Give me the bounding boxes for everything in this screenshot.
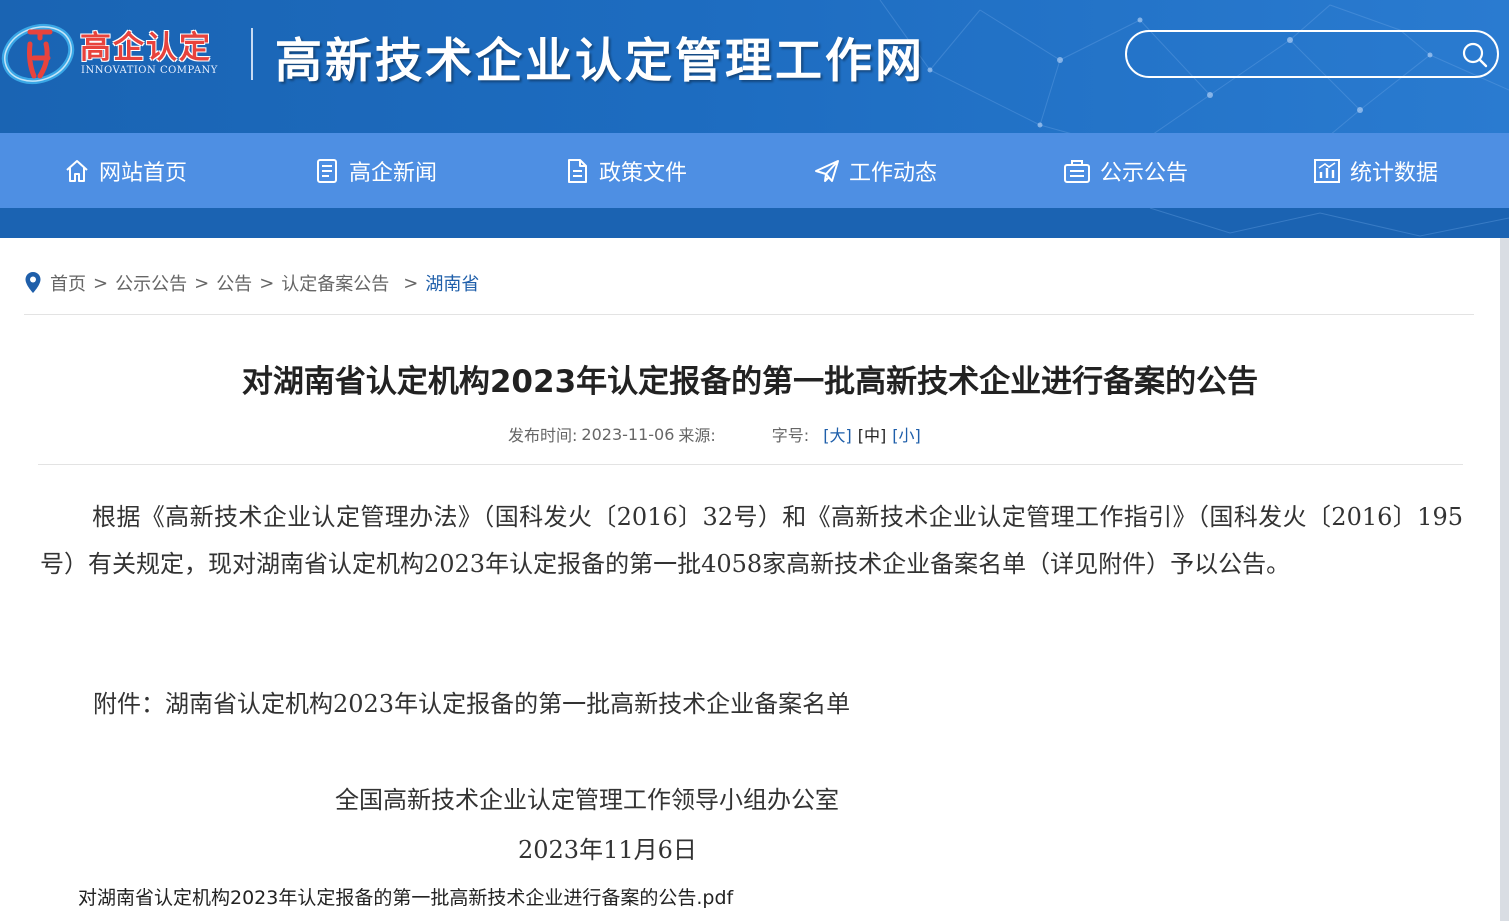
nav-item-policy[interactable]: 政策文件 <box>500 133 750 208</box>
nav-item-home[interactable]: 网站首页 <box>0 133 250 208</box>
attachment-pdf-link[interactable]: 对湖南省认定机构2023年认定报备的第一批高新技术企业进行备案的公告.pdf <box>78 883 733 910</box>
news-icon <box>316 158 337 183</box>
nav-item-label: 高企新闻 <box>348 160 437 186</box>
signature-date: 2023年11月6日 <box>518 836 697 864</box>
document-icon <box>567 158 587 183</box>
nav-band-background <box>0 208 1509 238</box>
breadcrumb: 首页 > 公示公告 > 公告 > 认定备案公告 > 湖南省 <box>24 268 479 298</box>
breadcrumb-hunan[interactable]: 湖南省 <box>425 270 479 296</box>
search-input[interactable] <box>1145 40 1449 70</box>
nav-item-notices[interactable]: 公示公告 <box>1000 133 1250 208</box>
breadcrumb-separator: > <box>93 272 109 294</box>
breadcrumb-announcements[interactable]: 公告 <box>216 270 252 296</box>
nav-item-work-updates[interactable]: 工作动态 <box>750 133 1000 208</box>
publish-date: 2023-11-06 <box>581 424 675 444</box>
site-logo[interactable]: 高企认定 INNOVATION COMPANY <box>0 12 240 92</box>
site-title: 高新技术企业认定管理工作网 <box>275 34 925 89</box>
attachment-note: 附件：湖南省认定机构2023年认定报备的第一批高新技术企业备案名单 <box>93 690 851 718</box>
paper-plane-icon <box>814 159 839 182</box>
font-size-small-button[interactable]: [小] <box>892 422 921 446</box>
breadcrumb-separator: > <box>259 272 275 294</box>
nav-item-label: 政策文件 <box>598 160 687 186</box>
breadcrumb-filing-announcements[interactable]: 认定备案公告 <box>281 270 389 296</box>
logo-english-text: INNOVATION COMPANY <box>81 65 218 76</box>
article-meta: 发布时间: 2023-11-06 来源: 字号: [大] [中] [小] <box>508 422 921 446</box>
font-size-label: 字号: <box>771 426 810 445</box>
header-divider <box>251 28 253 80</box>
breadcrumb-home[interactable]: 首页 <box>50 270 86 296</box>
source-label: 来源: <box>678 426 716 445</box>
breadcrumb-separator: > <box>403 272 419 294</box>
notice-icon <box>1063 159 1090 183</box>
breadcrumb-divider <box>24 314 1474 315</box>
font-size-medium-button[interactable]: [中] <box>858 422 887 446</box>
nav-item-label: 统计数据 <box>1349 160 1438 186</box>
logo-mark-icon <box>1 23 75 85</box>
home-icon <box>66 159 88 182</box>
article-content: 首页 > 公示公告 > 公告 > 认定备案公告 > 湖南省 对湖南省认定机构20… <box>0 238 1500 921</box>
article-body-paragraph: 根据《高新技术企业认定管理办法》（国科发火〔2016〕32号）和《高新技术企业认… <box>40 503 1463 578</box>
publish-time-label: 发布时间: <box>508 426 578 445</box>
logo-chinese-text: 高企认定 <box>80 30 212 66</box>
nav-item-label: 公示公告 <box>1099 160 1188 186</box>
signature-organization: 全国高新技术企业认定管理工作领导小组办公室 <box>335 786 839 814</box>
breadcrumb-notices[interactable]: 公示公告 <box>115 270 187 296</box>
main-nav: 网站首页 高企新闻 政策文件 工作动态 公示公告 统计数据 <box>0 133 1509 208</box>
article-title: 对湖南省认定机构2023年认定报备的第一批高新技术企业进行备案的公告 <box>241 364 1259 400</box>
page-edge-strip <box>1500 238 1509 921</box>
search-icon[interactable] <box>1459 39 1491 71</box>
nav-item-news[interactable]: 高企新闻 <box>250 133 500 208</box>
nav-item-label: 网站首页 <box>98 160 187 186</box>
site-header: 高企认定 INNOVATION COMPANY 高新技术企业认定管理工作网 <box>0 0 1509 133</box>
nav-item-label: 工作动态 <box>848 160 937 186</box>
meta-divider <box>38 464 1463 465</box>
font-size-large-button[interactable]: [大] <box>823 422 852 446</box>
breadcrumb-separator: > <box>194 272 210 294</box>
chart-icon <box>1313 158 1340 183</box>
location-pin-icon <box>25 272 41 293</box>
nav-item-statistics[interactable]: 统计数据 <box>1250 133 1500 208</box>
search-box <box>1125 30 1499 78</box>
